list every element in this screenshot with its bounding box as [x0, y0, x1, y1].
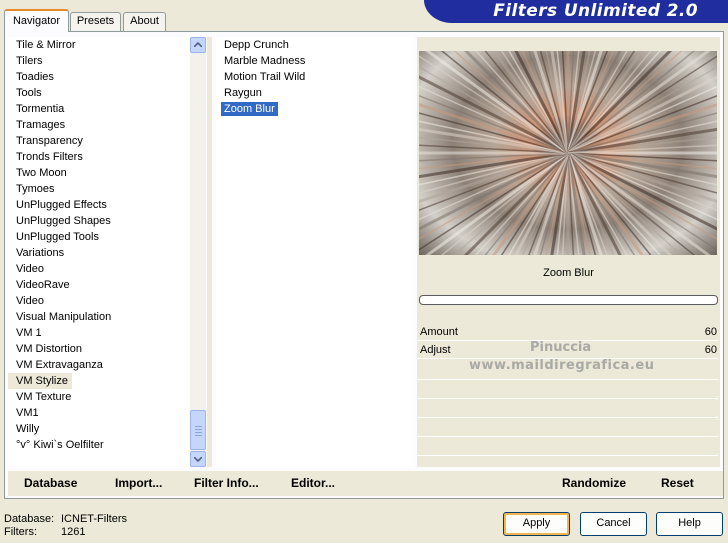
- randomize-button[interactable]: Randomize: [562, 476, 626, 490]
- param-amount-row[interactable]: Amount 60: [417, 325, 718, 341]
- category-scrollbar[interactable]: [190, 37, 206, 467]
- filter-item[interactable]: Raygun: [216, 85, 413, 101]
- watermark-url: www.maildiregrafica.eu: [469, 358, 655, 373]
- scroll-thumb[interactable]: [190, 410, 206, 450]
- param-empty-row: [417, 419, 718, 437]
- watermark-name: Pinuccia: [530, 340, 592, 355]
- param-empty-row: [417, 438, 718, 456]
- category-item[interactable]: Toadies: [8, 69, 189, 85]
- status-database-value: ICNET-Filters: [61, 513, 127, 525]
- category-item[interactable]: UnPlugged Tools: [8, 229, 189, 245]
- preview-title: Zoom Blur: [543, 267, 594, 279]
- category-item[interactable]: Willy: [8, 421, 189, 437]
- category-item[interactable]: UnPlugged Shapes: [8, 213, 189, 229]
- filter-item[interactable]: Zoom Blur: [216, 101, 413, 117]
- chevron-down-icon: [194, 457, 202, 462]
- param-value: 60: [704, 344, 717, 356]
- category-list[interactable]: Tile & Mirror Tilers Toadies Tools Tormentia…: [8, 37, 189, 466]
- reset-button[interactable]: Reset: [661, 476, 694, 490]
- param-empty-row: [417, 400, 718, 418]
- category-item[interactable]: Two Moon: [8, 165, 189, 181]
- param-empty-row: [417, 381, 718, 399]
- param-label: Amount: [420, 326, 458, 338]
- status-info: Database: ICNET-Filters Filters: 1261: [4, 513, 127, 539]
- category-item[interactable]: Tile & Mirror: [8, 37, 189, 53]
- navigator-panel: Tile & Mirror Tilers Toadies Tools Tormentia…: [4, 31, 724, 499]
- filter-item-label: Motion Trail Wild: [224, 71, 306, 83]
- database-button[interactable]: Database: [24, 476, 77, 490]
- category-item[interactable]: VideoRave: [8, 277, 189, 293]
- status-database-label: Database:: [4, 513, 55, 525]
- category-item[interactable]: Video: [8, 261, 189, 277]
- category-item[interactable]: Tymoes: [8, 181, 189, 197]
- preview-image: [419, 51, 717, 255]
- category-item[interactable]: Tronds Filters: [8, 149, 189, 165]
- param-label: Adjust: [420, 344, 451, 356]
- status-filters-value: 1261: [61, 526, 86, 538]
- scroll-down-button[interactable]: [190, 451, 206, 467]
- editor-button[interactable]: Editor...: [291, 476, 335, 490]
- panel-action-bar: Database Import... Filter Info... Editor…: [8, 471, 723, 496]
- tab-presets[interactable]: Presets: [70, 12, 121, 31]
- import-button[interactable]: Import...: [115, 476, 162, 490]
- category-item[interactable]: Visual Manipulation: [8, 309, 189, 325]
- tab-navigator[interactable]: Navigator: [4, 9, 69, 32]
- category-item[interactable]: VM Texture: [8, 389, 189, 405]
- tab-about[interactable]: About: [123, 12, 166, 31]
- chevron-up-icon: [194, 42, 202, 47]
- status-filters-label: Filters:: [4, 526, 37, 538]
- category-item[interactable]: Variations: [8, 245, 189, 261]
- category-item[interactable]: Tools: [8, 85, 189, 101]
- filter-item-label: Depp Crunch: [224, 39, 289, 51]
- divider: [207, 37, 212, 467]
- category-item[interactable]: Tormentia: [8, 101, 189, 117]
- param-value: 60: [704, 326, 717, 338]
- filter-list[interactable]: Depp Crunch Marble Madness Motion Trail Wi…: [216, 37, 413, 467]
- category-item[interactable]: VM Extravaganza: [8, 357, 189, 373]
- category-item[interactable]: VM 1: [8, 325, 189, 341]
- title-banner: Filters Unlimited 2.0: [424, 0, 728, 23]
- banner-title: Filters Unlimited 2.0: [493, 1, 698, 21]
- filter-item[interactable]: Depp Crunch: [216, 37, 413, 53]
- scroll-up-button[interactable]: [190, 37, 206, 53]
- filter-item-label: Zoom Blur: [221, 102, 278, 116]
- category-item[interactable]: Video: [8, 293, 189, 309]
- category-item[interactable]: °v° Kiwi`s Oelfilter: [8, 437, 189, 453]
- category-item[interactable]: UnPlugged Effects: [8, 197, 189, 213]
- filter-item[interactable]: Motion Trail Wild: [216, 69, 413, 85]
- cancel-button[interactable]: Cancel: [580, 512, 647, 536]
- filter-item-label: Marble Madness: [224, 55, 306, 67]
- preview-pane: Zoom Blur Amount 60 Adjust 60 Pinuccia w…: [417, 37, 720, 467]
- category-item[interactable]: Tramages: [8, 117, 189, 133]
- help-button[interactable]: Help: [656, 512, 723, 536]
- category-item[interactable]: VM Distortion: [8, 341, 189, 357]
- category-item[interactable]: Tilers: [8, 53, 189, 69]
- filter-item[interactable]: Marble Madness: [216, 53, 413, 69]
- filter-info-button[interactable]: Filter Info...: [194, 476, 259, 490]
- category-item[interactable]: Transparency: [8, 133, 189, 149]
- category-item[interactable]: VM Stylize: [8, 373, 72, 389]
- category-item[interactable]: VM1: [8, 405, 189, 421]
- apply-button[interactable]: Apply: [503, 512, 570, 536]
- filter-item-label: Raygun: [224, 87, 262, 99]
- progress-bar: [419, 295, 718, 305]
